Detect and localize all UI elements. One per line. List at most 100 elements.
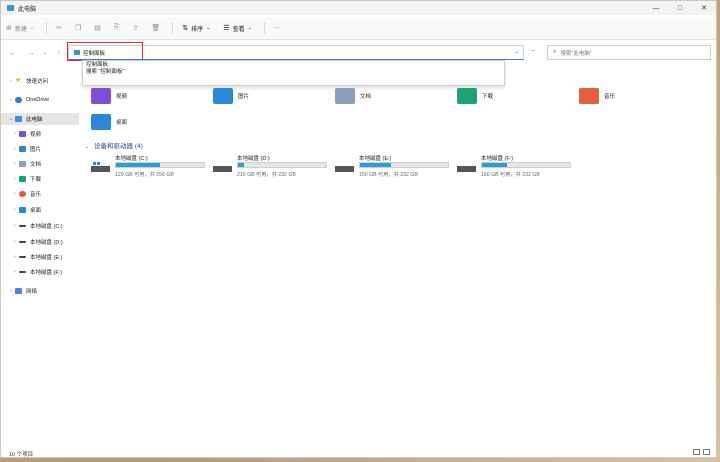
sidebar-item-pictures[interactable]: › 图片	[1, 143, 79, 155]
chevron-right-icon[interactable]: ›	[11, 254, 19, 260]
search-input[interactable]: 搜索"此电脑"	[560, 49, 591, 57]
folder-videos[interactable]: 视频	[91, 88, 127, 104]
address-input[interactable]: 控制面板	[83, 49, 105, 57]
folder-music[interactable]: 音乐	[579, 88, 615, 104]
window-controls: — □ ✕	[644, 1, 716, 15]
sidebar-item-videos[interactable]: › 视频	[1, 128, 79, 140]
sidebar-item-drive-e[interactable]: › 本地磁盘 (E:)	[1, 251, 79, 263]
chevron-down-icon[interactable]: ⌄	[514, 48, 519, 55]
chevron-right-icon[interactable]: ›	[11, 146, 19, 152]
sidebar-item-label: 图片	[30, 147, 42, 153]
sidebar-item-label: 视频	[30, 132, 42, 138]
new-button[interactable]: ⊕ 新建 ⌄	[1, 20, 42, 36]
documents-folder-icon	[335, 88, 355, 104]
address-bar[interactable]: 控制面板 ⌄	[68, 45, 524, 60]
drive-d[interactable]: 本地磁盘 (D:) 215 GB 可用，共 232 GB	[213, 154, 327, 180]
downloads-folder-icon	[457, 88, 477, 104]
sidebar-item-onedrive[interactable]: › OneDrive	[1, 94, 79, 106]
chevron-right-icon[interactable]: ›	[11, 239, 19, 245]
chevron-right-icon[interactable]: ›	[7, 288, 15, 294]
resize-grip-icon[interactable]: ⋰	[497, 78, 502, 84]
sidebar-item-this-pc[interactable]: ⌄ 此电脑	[1, 113, 79, 125]
share-button[interactable]: ⇪	[127, 20, 146, 36]
drive-c[interactable]: 本地磁盘 (C:) 129 GB 可用，共 256 GB	[91, 154, 205, 180]
copy-button[interactable]: ❐	[70, 20, 89, 36]
chevron-right-icon[interactable]: ›	[11, 161, 19, 167]
drive-usage-fill	[238, 163, 245, 167]
drive-icon	[19, 256, 26, 258]
chevron-right-icon[interactable]: ›	[7, 97, 15, 103]
drive-usage-bar	[359, 162, 449, 168]
sidebar-item-desktop[interactable]: › 桌面	[1, 204, 79, 216]
chevron-right-icon[interactable]: ›	[7, 78, 15, 84]
folder-desktop[interactable]: 桌面	[91, 114, 127, 130]
new-label: 新建	[14, 26, 27, 33]
folder-label: 桌面	[116, 120, 128, 126]
sidebar-item-music[interactable]: › 音乐	[1, 188, 79, 200]
more-button[interactable]: ···	[269, 20, 285, 36]
drive-name: 本地磁盘 (D:)	[237, 156, 270, 162]
network-icon	[15, 288, 22, 294]
minimize-button[interactable]: —	[644, 1, 668, 15]
delete-button[interactable]: 🗑	[146, 20, 168, 36]
sidebar-item-label: 此电脑	[26, 117, 43, 123]
up-arrow-icon[interactable]: ↑	[53, 50, 65, 57]
sidebar-item-drive-d[interactable]: › 本地磁盘 (D:)	[1, 236, 79, 248]
view-button[interactable]: ☰ 查看 ⌄	[218, 20, 260, 36]
suggestion-item[interactable]: 搜索 "控制面板"	[83, 69, 504, 76]
drive-f[interactable]: 本地磁盘 (F:) 166 GB 可用，共 232 GB	[457, 154, 571, 180]
tiles-view-icon[interactable]	[703, 449, 710, 455]
chevron-down-icon[interactable]: ⌄	[85, 144, 89, 150]
drive-icon	[213, 162, 232, 172]
view-label: 查看	[232, 26, 245, 33]
folder-pictures[interactable]: 图片	[213, 88, 249, 104]
sidebar-item-drive-f[interactable]: › 本地磁盘 (F:)	[1, 266, 79, 278]
chevron-right-icon[interactable]: ›	[11, 269, 19, 275]
drive-e[interactable]: 本地磁盘 (E:) 150 GB 可用，共 232 GB	[335, 154, 449, 180]
scissors-icon: ✂	[56, 25, 62, 32]
computer-icon	[7, 5, 14, 11]
sidebar-item-label: 本地磁盘 (E:)	[30, 255, 63, 261]
sort-button[interactable]: ⇅ 排序 ⌄	[177, 20, 218, 36]
rename-button[interactable]: ⎘	[109, 20, 128, 36]
chevron-right-icon[interactable]: ›	[11, 176, 19, 182]
drive-free-space: 215 GB 可用，共 232 GB	[237, 172, 296, 178]
sidebar-item-label: 本地磁盘 (C:)	[30, 224, 63, 230]
drive-name: 本地磁盘 (E:)	[359, 156, 392, 162]
pictures-folder-icon	[19, 146, 26, 152]
plus-icon: ⊕	[6, 25, 12, 32]
maximize-button[interactable]: □	[668, 1, 692, 15]
suggestion-item[interactable]: 控制面板	[83, 62, 504, 69]
documents-folder-icon	[19, 161, 26, 167]
separator	[46, 22, 48, 34]
search-box[interactable]: ⌕ 搜索"此电脑"	[547, 45, 711, 60]
devices-section-header[interactable]: ⌄ 设备和驱动器 (4)	[85, 140, 143, 150]
sidebar-item-downloads[interactable]: › 下载	[1, 173, 79, 185]
close-button[interactable]: ✕	[692, 1, 716, 15]
chevron-right-icon[interactable]: ›	[11, 223, 19, 229]
chevron-right-icon[interactable]: ›	[11, 131, 19, 137]
sidebar-item-network[interactable]: › 网络	[1, 285, 79, 297]
chevron-right-icon[interactable]: ›	[11, 207, 19, 213]
forward-arrow-icon[interactable]: →	[25, 50, 37, 57]
sidebar-item-label: 快速访问	[26, 79, 49, 85]
folder-label: 下载	[482, 94, 494, 100]
folder-label: 音乐	[604, 94, 616, 100]
folder-documents[interactable]: 文档	[335, 88, 371, 104]
sidebar-item-quick-access[interactable]: › ★ 快速访问	[1, 75, 79, 87]
cut-button[interactable]: ✂	[51, 20, 70, 36]
go-arrow-icon[interactable]: →	[529, 47, 536, 54]
sidebar-item-documents[interactable]: › 文档	[1, 158, 79, 170]
sidebar-item-label: 桌面	[30, 208, 42, 214]
folder-downloads[interactable]: 下载	[457, 88, 493, 104]
drive-usage-fill	[116, 163, 160, 167]
paste-button[interactable]: ▤	[89, 20, 109, 36]
paste-icon: ▤	[94, 25, 101, 32]
control-panel-icon	[74, 50, 80, 55]
back-arrow-icon[interactable]: ←	[7, 50, 19, 57]
chevron-right-icon[interactable]: ›	[11, 191, 19, 197]
sidebar-item-drive-c[interactable]: › 本地磁盘 (C:)	[1, 220, 79, 232]
chevron-down-icon[interactable]: ⌄	[7, 116, 15, 122]
details-view-icon[interactable]	[693, 449, 700, 455]
chevron-down-icon[interactable]: ⌄	[39, 50, 51, 56]
